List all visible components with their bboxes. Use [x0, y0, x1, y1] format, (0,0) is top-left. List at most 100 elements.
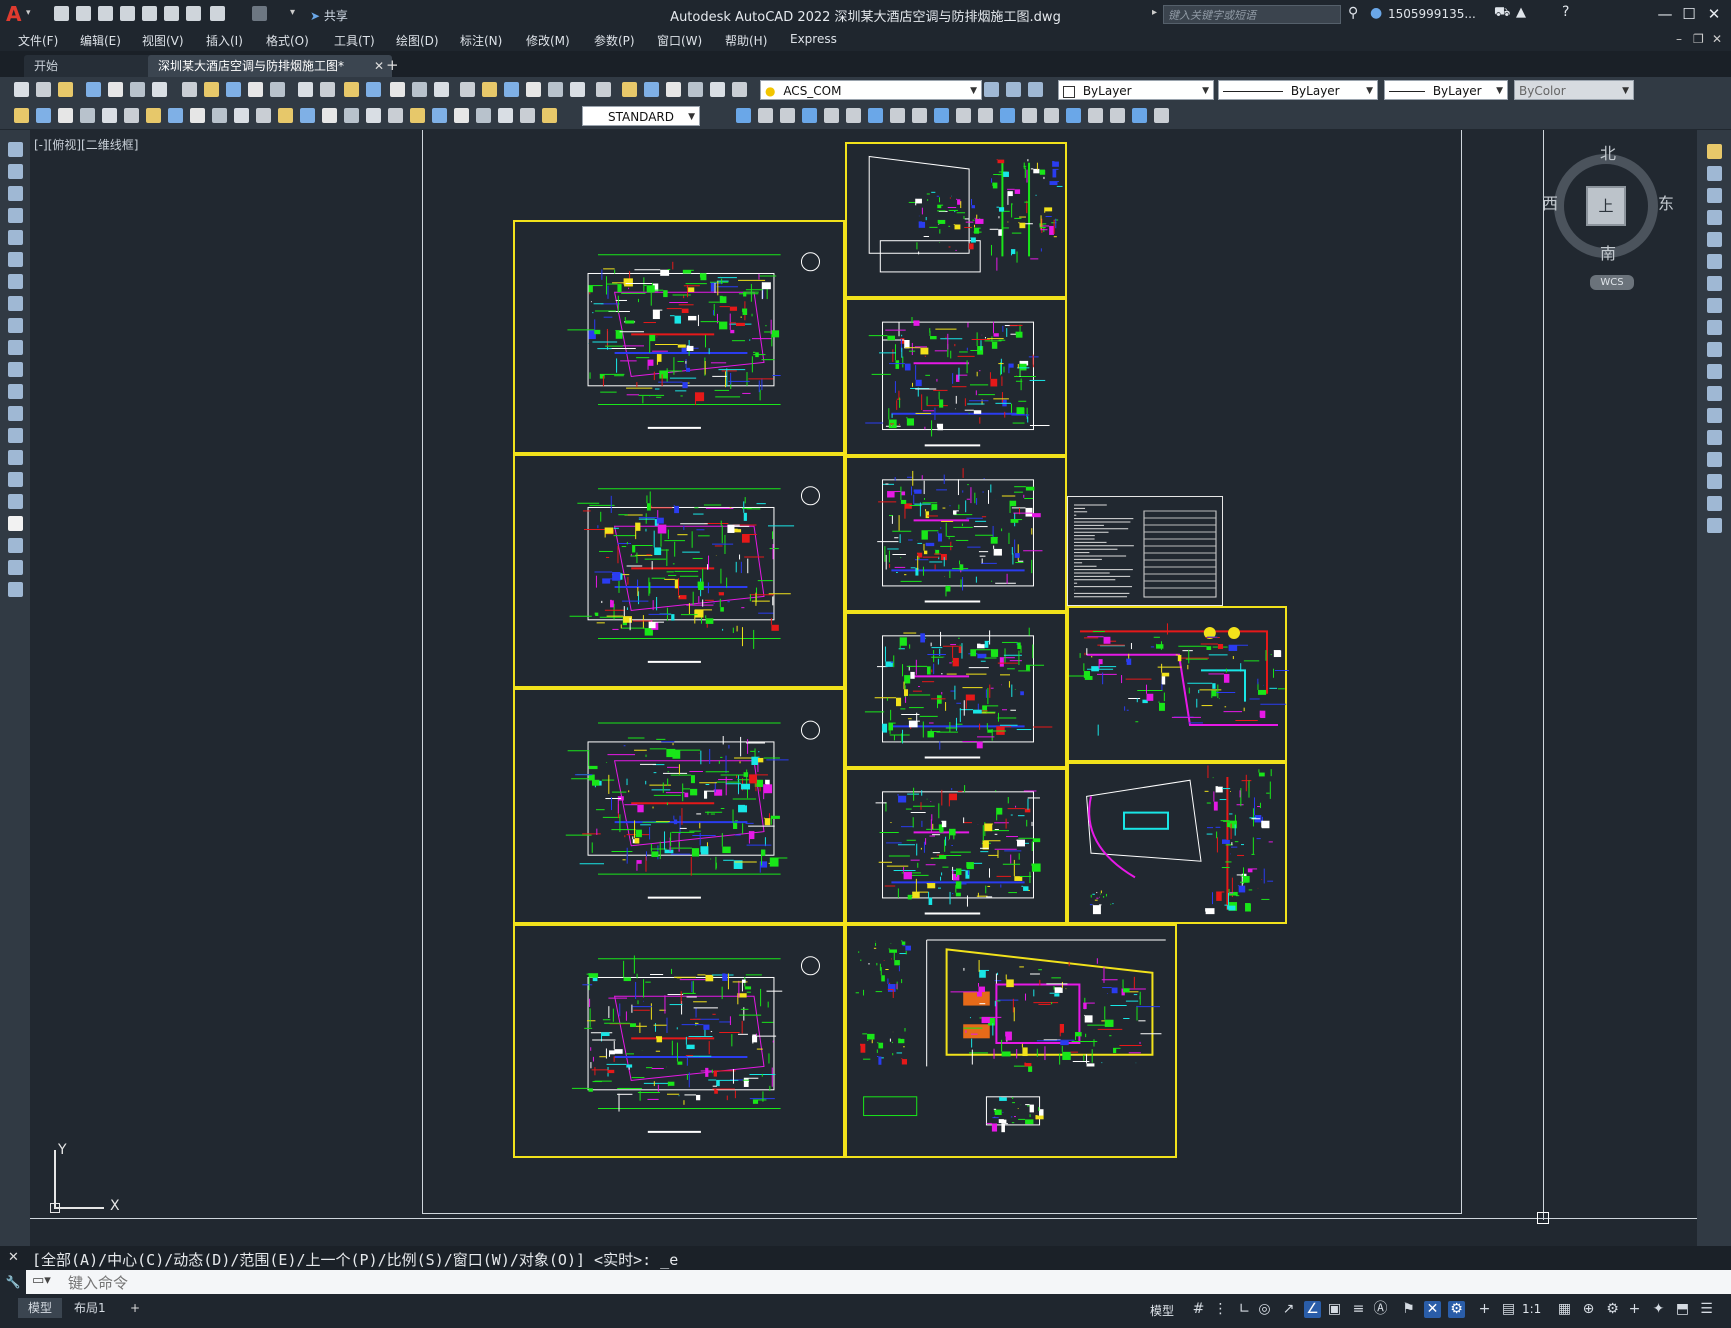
toolbar-tool-icon[interactable]	[596, 82, 611, 97]
modify-tool-icon[interactable]	[1707, 430, 1722, 445]
viewcube-north[interactable]: 北	[1600, 140, 1616, 164]
status-toggle-icon[interactable]: Ⓐ	[1372, 1301, 1389, 1318]
toolbar-tool-icon[interactable]	[388, 108, 403, 123]
layer-dropdown[interactable]: ● ACS_COM ▼	[760, 80, 982, 100]
toolbar-tool-icon[interactable]	[270, 82, 285, 97]
save-web-icon[interactable]	[164, 6, 179, 21]
status-toggle-icon[interactable]: ⚙	[1604, 1301, 1621, 1318]
modify-tool-icon[interactable]	[1707, 298, 1722, 313]
toolbar-tool-icon[interactable]	[520, 108, 535, 123]
toolbar-tool-icon[interactable]	[344, 108, 359, 123]
toolbar-tool-icon[interactable]	[130, 82, 145, 97]
grip-marker[interactable]	[1537, 1212, 1549, 1224]
toolbar-tool-icon[interactable]	[1088, 108, 1103, 123]
toolbar-tool-icon[interactable]	[956, 108, 971, 123]
drawing-sheet[interactable]	[1067, 606, 1289, 762]
status-toggle-icon[interactable]: +	[1626, 1301, 1643, 1318]
doc-close-icon[interactable]: ✕	[1712, 32, 1722, 46]
toolbar-tool-icon[interactable]	[476, 108, 491, 123]
modify-tool-icon[interactable]	[1707, 342, 1722, 357]
menu-dimension[interactable]: 标注(N)	[460, 32, 502, 49]
toolbar-tool-icon[interactable]	[344, 82, 359, 97]
draw-tool-icon[interactable]	[8, 362, 23, 377]
toolbar-tool-icon[interactable]	[102, 108, 117, 123]
toolbar-tool-icon[interactable]	[504, 82, 519, 97]
toolbar-tool-icon[interactable]	[868, 108, 883, 123]
toolbar-tool-icon[interactable]	[146, 108, 161, 123]
menu-edit[interactable]: 编辑(E)	[80, 32, 121, 49]
toolbar-tool-icon[interactable]	[934, 108, 949, 123]
undo-icon[interactable]	[210, 6, 225, 21]
drawing-sheet[interactable]	[513, 220, 845, 454]
modify-tool-icon[interactable]	[1707, 144, 1722, 159]
drawing-sheet[interactable]	[513, 454, 845, 688]
modify-tool-icon[interactable]	[1707, 210, 1722, 225]
tab-drawing[interactable]: 深圳某大酒店空调与防排烟施工图* ✕	[148, 55, 392, 77]
maximize-button[interactable]: ☐	[1679, 4, 1699, 24]
command-input[interactable]	[66, 1272, 1570, 1294]
menu-parametric[interactable]: 参数(P)	[594, 32, 635, 49]
close-command-line-icon[interactable]: ✕	[8, 1250, 19, 1265]
status-toggle-icon[interactable]: ≡	[1350, 1301, 1367, 1318]
draw-tool-icon[interactable]	[8, 560, 23, 575]
layer-tool-icon[interactable]	[984, 82, 999, 97]
user-icon[interactable]: ●	[1370, 5, 1382, 21]
cart-icon[interactable]: ⛟	[1494, 5, 1510, 22]
tab-model[interactable]: 模型	[18, 1298, 63, 1318]
toolbar-tool-icon[interactable]	[1132, 108, 1147, 123]
layer-tool-icon[interactable]	[1006, 82, 1021, 97]
menu-help[interactable]: 帮助(H)	[725, 32, 767, 49]
toolbar-tool-icon[interactable]	[124, 108, 139, 123]
draw-tool-icon[interactable]	[8, 516, 23, 531]
customize-quick-access-icon[interactable]: ▾	[290, 7, 295, 18]
toolbar-tool-icon[interactable]	[802, 108, 817, 123]
wcs-menu-button[interactable]: WCS	[1590, 275, 1634, 290]
modify-tool-icon[interactable]	[1707, 320, 1722, 335]
save-as-icon[interactable]	[120, 6, 135, 21]
draw-tool-icon[interactable]	[8, 428, 23, 443]
linetype-dropdown[interactable]: ByLayer ▼	[1218, 80, 1378, 100]
plotstyle-dropdown[interactable]: ByColor ▼	[1514, 80, 1634, 100]
toolbar-tool-icon[interactable]	[912, 108, 927, 123]
share-button[interactable]: ➤ 共享	[310, 7, 348, 24]
status-toggle-icon[interactable]: ⬒	[1674, 1301, 1691, 1318]
status-toggle-icon[interactable]: ⚙	[1448, 1301, 1465, 1318]
toolbar-tool-icon[interactable]	[190, 108, 205, 123]
toolbar-tool-icon[interactable]	[204, 82, 219, 97]
status-toggle-icon[interactable]: ↗	[1280, 1301, 1297, 1318]
toolbar-tool-icon[interactable]	[212, 108, 227, 123]
status-toggle-icon[interactable]: #	[1190, 1301, 1207, 1318]
tab-start[interactable]: 开始	[24, 55, 164, 77]
toolbar-tool-icon[interactable]	[322, 108, 337, 123]
status-toggle-icon[interactable]: ✦	[1650, 1301, 1667, 1318]
modify-tool-icon[interactable]	[1707, 364, 1722, 379]
toolbar-tool-icon[interactable]	[36, 82, 51, 97]
toolbar-tool-icon[interactable]	[460, 82, 475, 97]
toolbar-tool-icon[interactable]	[454, 108, 469, 123]
tab-layout1[interactable]: 布局1	[64, 1298, 116, 1318]
modify-tool-icon[interactable]	[1707, 386, 1722, 401]
viewport-controls-label[interactable]: [-][俯视][二维线框]	[34, 136, 138, 153]
design-notes-sheet[interactable]	[1067, 496, 1223, 606]
viewcube-east[interactable]: 东	[1658, 190, 1674, 214]
toolbar-tool-icon[interactable]	[824, 108, 839, 123]
modify-tool-icon[interactable]	[1707, 276, 1722, 291]
minimize-button[interactable]: —	[1655, 4, 1675, 24]
toolbar-tool-icon[interactable]	[710, 82, 725, 97]
status-toggle-icon[interactable]: ▦	[1556, 1301, 1573, 1318]
toolbar-tool-icon[interactable]	[846, 108, 861, 123]
draw-tool-icon[interactable]	[8, 494, 23, 509]
status-toggle-icon[interactable]: ▣	[1326, 1301, 1343, 1318]
toolbar-tool-icon[interactable]	[152, 82, 167, 97]
toolbar-tool-icon[interactable]	[248, 82, 263, 97]
menu-insert[interactable]: 插入(I)	[206, 32, 243, 49]
toolbar-tool-icon[interactable]	[482, 82, 497, 97]
draw-tool-icon[interactable]	[8, 406, 23, 421]
viewcube-west[interactable]: 西	[1542, 190, 1558, 214]
toolbar-tool-icon[interactable]	[1000, 108, 1015, 123]
toolbar-tool-icon[interactable]	[758, 108, 773, 123]
viewcube-south[interactable]: 南	[1600, 240, 1616, 264]
draw-tool-icon[interactable]	[8, 296, 23, 311]
layer-tool-icon[interactable]	[1028, 82, 1043, 97]
status-toggle-icon[interactable]: ▤	[1500, 1301, 1517, 1318]
